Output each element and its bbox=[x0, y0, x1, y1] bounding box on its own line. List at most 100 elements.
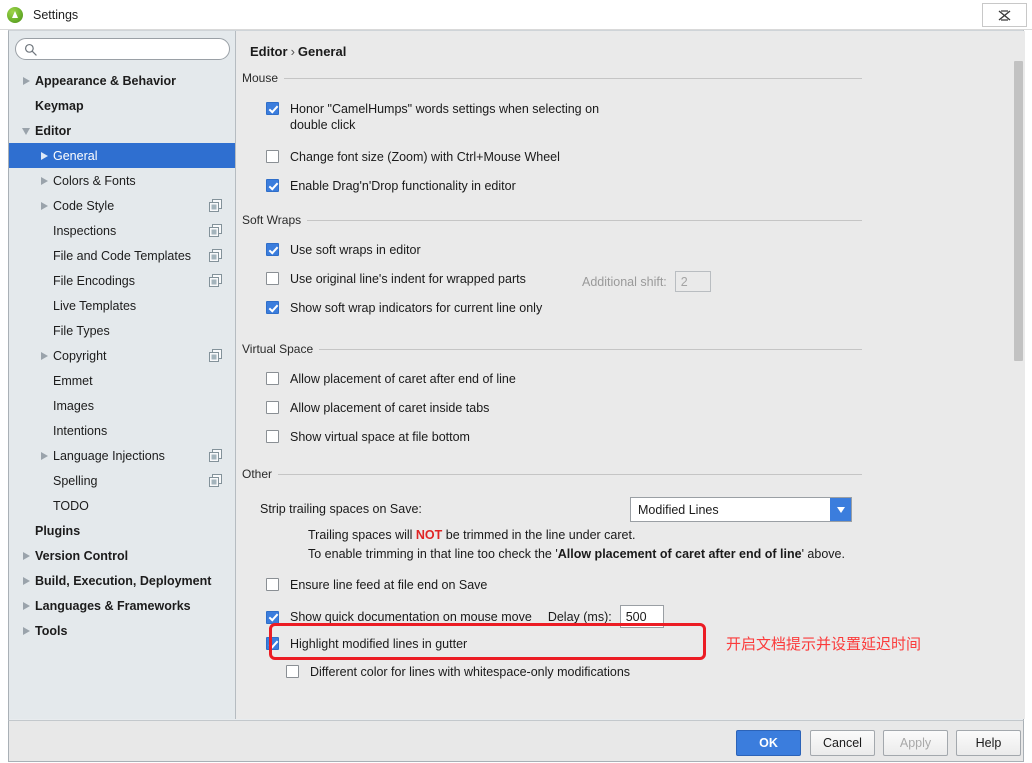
sidebar-item-inspections[interactable]: Inspections bbox=[9, 218, 235, 243]
note-emphasis: NOT bbox=[415, 528, 443, 542]
sidebar-item-emmet[interactable]: Emmet bbox=[9, 368, 235, 393]
note-text: To enable trimming in that line too chec… bbox=[308, 547, 558, 561]
note-text: be trimmed in the line under caret. bbox=[442, 528, 636, 542]
delay-input[interactable] bbox=[619, 605, 664, 628]
checkbox-caret-inside-tabs[interactable] bbox=[266, 401, 279, 414]
ok-button[interactable]: OK bbox=[736, 730, 801, 756]
sidebar-item-version-control[interactable]: Version Control bbox=[9, 543, 235, 568]
checkbox-different-color-whitespace[interactable] bbox=[286, 665, 299, 678]
sidebar-item-intentions[interactable]: Intentions bbox=[9, 418, 235, 443]
settings-tree[interactable]: Appearance & Behavior Keymap Editor General… bbox=[9, 68, 235, 713]
checkbox-label: Enable Drag'n'Drop functionality in edit… bbox=[290, 179, 516, 193]
sidebar-item-file-and-code-templates[interactable]: File and Code Templates bbox=[9, 243, 235, 268]
chevron-down-icon[interactable] bbox=[19, 123, 35, 139]
help-button[interactable]: Help bbox=[956, 730, 1021, 756]
copy-scope-icon[interactable] bbox=[209, 274, 222, 287]
sidebar-item-language-injections[interactable]: Language Injections bbox=[9, 443, 235, 468]
sidebar-item-spelling[interactable]: Spelling bbox=[9, 468, 235, 493]
checkbox-virtual-space-bottom[interactable] bbox=[266, 430, 279, 443]
sidebar-item-images[interactable]: Images bbox=[9, 393, 235, 418]
checkbox-row-use-soft-wraps[interactable]: Use soft wraps in editor bbox=[266, 242, 421, 258]
sidebar-item-languages-frameworks[interactable]: Languages & Frameworks bbox=[9, 593, 235, 618]
sidebar-item-appearance-behavior[interactable]: Appearance & Behavior bbox=[9, 68, 235, 93]
chevron-right-icon[interactable] bbox=[37, 448, 53, 464]
sidebar-item-general[interactable]: General bbox=[9, 143, 235, 168]
checkbox-caret-after-eol[interactable] bbox=[266, 372, 279, 385]
checkbox-row-virtual-space-bottom[interactable]: Show virtual space at file bottom bbox=[266, 429, 470, 445]
chevron-right-icon[interactable] bbox=[19, 548, 35, 564]
scrollbar-thumb[interactable] bbox=[1014, 61, 1023, 361]
chevron-right-icon[interactable] bbox=[19, 573, 35, 589]
sidebar-item-keymap[interactable]: Keymap bbox=[9, 93, 235, 118]
checkbox-row-honor-camelhumps[interactable]: Honor "CamelHumps" words settings when s… bbox=[266, 101, 626, 133]
sidebar-item-label: File Encodings bbox=[53, 273, 135, 288]
sidebar-item-plugins[interactable]: Plugins bbox=[9, 518, 235, 543]
copy-scope-icon[interactable] bbox=[209, 199, 222, 212]
checkbox-change-font-size[interactable] bbox=[266, 150, 279, 163]
close-icon[interactable] bbox=[982, 3, 1027, 27]
sidebar-item-colors-fonts[interactable]: Colors & Fonts bbox=[9, 168, 235, 193]
chevron-right-icon[interactable] bbox=[37, 148, 53, 164]
checkbox-row-caret-inside-tabs[interactable]: Allow placement of caret inside tabs bbox=[266, 400, 489, 416]
checkbox-row-enable-dragndrop[interactable]: Enable Drag'n'Drop functionality in edit… bbox=[266, 178, 516, 194]
checkbox-row-highlight-modified[interactable]: Highlight modified lines in gutter bbox=[266, 636, 467, 652]
sidebar-item-todo[interactable]: TODO bbox=[9, 493, 235, 518]
search-input[interactable] bbox=[15, 38, 230, 60]
sidebar-item-file-types[interactable]: File Types bbox=[9, 318, 235, 343]
chevron-right-icon[interactable] bbox=[19, 73, 35, 89]
checkbox-honor-camelhumps[interactable] bbox=[266, 102, 279, 115]
checkbox-row-wrap-indicators[interactable]: Show soft wrap indicators for current li… bbox=[266, 300, 542, 316]
sidebar-item-tools[interactable]: Tools bbox=[9, 618, 235, 643]
checkbox-wrap-indicators[interactable] bbox=[266, 301, 279, 314]
sidebar-item-editor[interactable]: Editor bbox=[9, 118, 235, 143]
copy-scope-icon[interactable] bbox=[209, 474, 222, 487]
sidebar-item-copyright[interactable]: Copyright bbox=[9, 343, 235, 368]
sidebar-item-file-encodings[interactable]: File Encodings bbox=[9, 268, 235, 293]
breadcrumb: Editor › General bbox=[250, 44, 346, 59]
copy-scope-icon[interactable] bbox=[209, 349, 222, 362]
checkbox-label: Highlight modified lines in gutter bbox=[290, 637, 468, 651]
copy-scope-icon[interactable] bbox=[209, 449, 222, 462]
dialog-button-bar: OK Cancel Apply Help bbox=[8, 720, 1024, 762]
sidebar-item-label: Live Templates bbox=[53, 298, 137, 313]
chevron-right-icon[interactable] bbox=[37, 198, 53, 214]
apply-button[interactable]: Apply bbox=[883, 730, 948, 756]
chevron-right-icon[interactable] bbox=[37, 173, 53, 189]
checkbox-row-caret-after-eol[interactable]: Allow placement of caret after end of li… bbox=[266, 371, 516, 387]
checkbox-label: Show quick documentation on mouse move bbox=[290, 609, 532, 624]
trailing-note-line2: To enable trimming in that line too chec… bbox=[308, 547, 845, 561]
checkbox-row-change-font-size[interactable]: Change font size (Zoom) with Ctrl+Mouse … bbox=[266, 149, 560, 165]
breadcrumb-root: Editor bbox=[250, 44, 288, 59]
chevron-down-icon[interactable] bbox=[830, 498, 851, 521]
chevron-right-icon[interactable] bbox=[19, 598, 35, 614]
sidebar-item-live-templates[interactable]: Live Templates bbox=[9, 293, 235, 318]
checkbox-row-original-indent[interactable]: Use original line's indent for wrapped p… bbox=[266, 271, 526, 287]
sidebar-item-label: Plugins bbox=[35, 523, 81, 538]
checkbox-row-different-color-whitespace[interactable]: Different color for lines with whitespac… bbox=[286, 664, 630, 680]
checkbox-highlight-modified[interactable] bbox=[266, 637, 279, 650]
checkbox-row-quick-documentation[interactable]: Show quick documentation on mouse move D… bbox=[266, 605, 664, 628]
strip-trailing-dropdown[interactable]: Modified Lines bbox=[630, 497, 852, 522]
content-scrollbar[interactable] bbox=[1011, 31, 1025, 719]
checkbox-label: Use soft wraps in editor bbox=[290, 243, 421, 257]
additional-shift-input[interactable] bbox=[674, 271, 711, 292]
sidebar-item-build-execution-deployment[interactable]: Build, Execution, Deployment bbox=[9, 568, 235, 593]
checkbox-row-ensure-line-feed[interactable]: Ensure line feed at file end on Save bbox=[266, 577, 487, 593]
checkbox-use-soft-wraps[interactable] bbox=[266, 243, 279, 256]
checkbox-ensure-line-feed[interactable] bbox=[266, 578, 279, 591]
sidebar-item-label: Copyright bbox=[53, 348, 107, 363]
copy-scope-icon[interactable] bbox=[209, 249, 222, 262]
checkbox-enable-dragndrop[interactable] bbox=[266, 179, 279, 192]
sidebar-item-label: Version Control bbox=[35, 548, 129, 563]
sidebar-item-code-style[interactable]: Code Style bbox=[9, 193, 235, 218]
checkbox-original-indent[interactable] bbox=[266, 272, 279, 285]
checkbox-quick-documentation[interactable] bbox=[266, 610, 279, 624]
chevron-right-icon[interactable] bbox=[19, 623, 35, 639]
chevron-right-icon[interactable] bbox=[37, 348, 53, 364]
copy-scope-icon[interactable] bbox=[209, 224, 222, 237]
cancel-button[interactable]: Cancel bbox=[810, 730, 875, 756]
